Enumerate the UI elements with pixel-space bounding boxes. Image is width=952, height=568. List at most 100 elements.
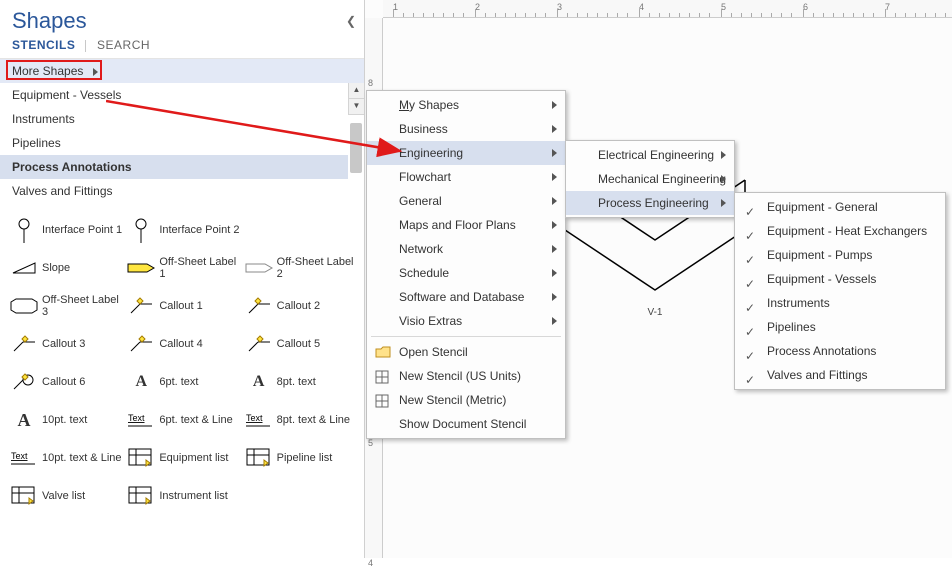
shape-icon: A	[245, 368, 273, 396]
shape-icon	[10, 482, 38, 510]
menu-item[interactable]: Show Document Stencil	[367, 412, 565, 436]
menu-item[interactable]: Network	[367, 237, 565, 261]
menu-item-label: My Shapes	[399, 98, 459, 112]
menu-item[interactable]: ✓Equipment - Heat Exchangers	[735, 219, 945, 243]
menu-item[interactable]: Process Engineering	[566, 191, 734, 215]
menu-item-label: Equipment - Heat Exchangers	[767, 224, 927, 238]
chevron-right-icon	[552, 197, 557, 205]
gallery-shape[interactable]: Pipeline list	[243, 439, 360, 477]
stencil-item[interactable]: Valves and Fittings	[0, 179, 348, 203]
tab-search[interactable]: SEARCH	[97, 38, 150, 52]
stencil-item[interactable]: Equipment - Vessels	[0, 83, 348, 107]
gallery-shape[interactable]: Instrument list	[125, 477, 242, 515]
gallery-shape[interactable]: Callout 5	[243, 325, 360, 363]
shape-icon	[10, 216, 38, 244]
canvas-shape-label: V-1	[555, 307, 755, 318]
chevron-right-icon	[552, 149, 557, 157]
menu-item[interactable]: ✓Equipment - General	[735, 195, 945, 219]
menu-item-label: Schedule	[399, 266, 449, 280]
svg-text:Text: Text	[246, 413, 263, 423]
menu-item[interactable]: ✓Pipelines	[735, 315, 945, 339]
shape-label: 8pt. text	[277, 376, 316, 388]
shape-icon	[10, 330, 38, 358]
shapes-gallery: Interface Point 1Interface Point 2 Slope O…	[0, 203, 364, 515]
stencil-item[interactable]: Process Annotations	[0, 155, 348, 179]
gallery-shape[interactable]: Off-Sheet Label 3	[8, 287, 125, 325]
chevron-right-icon	[721, 151, 726, 159]
menu-item[interactable]: Visio Extras	[367, 309, 565, 333]
shapes-pane-title: Shapes ❮	[0, 0, 364, 38]
grid-icon	[375, 392, 391, 408]
more-shapes-row[interactable]: More Shapes	[0, 59, 364, 83]
menu-item[interactable]: New Stencil (US Units)	[367, 364, 565, 388]
menu-item[interactable]: ✓Equipment - Vessels	[735, 267, 945, 291]
menu-item-label: Equipment - Vessels	[767, 272, 876, 286]
gallery-shape[interactable]: Off-Sheet Label 1	[125, 249, 242, 287]
menu-item[interactable]: New Stencil (Metric)	[367, 388, 565, 412]
gallery-shape[interactable]: Valve list	[8, 477, 125, 515]
gallery-shape[interactable]: Text6pt. text & Line	[125, 401, 242, 439]
gallery-shape[interactable]: A 8pt. text	[243, 363, 360, 401]
menu-item[interactable]: Flowchart	[367, 165, 565, 189]
chevron-right-icon	[552, 293, 557, 301]
gallery-shape[interactable]: Callout 2	[243, 287, 360, 325]
chevron-right-icon	[93, 68, 98, 76]
stencil-item[interactable]: Pipelines	[0, 131, 348, 155]
stencil-item[interactable]: Instruments	[0, 107, 348, 131]
shape-icon	[245, 330, 273, 358]
menu-item-label: Process Annotations	[767, 344, 876, 358]
gallery-shape	[243, 211, 360, 249]
ruler-number: 8	[368, 78, 373, 88]
gallery-shape[interactable]: Interface Point 1	[8, 211, 125, 249]
shape-label: Equipment list	[159, 452, 228, 464]
gallery-shape[interactable]: Off-Sheet Label 2	[243, 249, 360, 287]
menu-item-label: Electrical Engineering	[598, 148, 714, 162]
gallery-shape[interactable]: Callout 6	[8, 363, 125, 401]
menu-item[interactable]: ✓Equipment - Pumps	[735, 243, 945, 267]
menu-item-label: Software and Database	[399, 290, 524, 304]
shape-label: Instrument list	[159, 490, 227, 502]
shape-icon	[127, 292, 155, 320]
gallery-shape[interactable]: Slope	[8, 249, 125, 287]
menu-item[interactable]: Engineering	[367, 141, 565, 165]
menu-item[interactable]: Software and Database	[367, 285, 565, 309]
gallery-shape[interactable]: Callout 3	[8, 325, 125, 363]
menu-item[interactable]: Open Stencil	[367, 340, 565, 364]
scroll-up-button[interactable]: ▲	[348, 83, 364, 99]
gallery-shape[interactable]: Text10pt. text & Line	[8, 439, 125, 477]
menu-item[interactable]: Electrical Engineering	[566, 143, 734, 167]
menu-item-label: Maps and Floor Plans	[399, 218, 516, 232]
menu-item[interactable]: Maps and Floor Plans	[367, 213, 565, 237]
gallery-shape[interactable]: A6pt. text	[125, 363, 242, 401]
menu-item[interactable]: General	[367, 189, 565, 213]
menu-item[interactable]: ✓Instruments	[735, 291, 945, 315]
menu-item[interactable]: Business	[367, 117, 565, 141]
gallery-shape[interactable]: A10pt. text	[8, 401, 125, 439]
menu-item[interactable]: My Shapes	[367, 93, 565, 117]
gallery-shape[interactable]: Callout 4	[125, 325, 242, 363]
menu-item-label: Visio Extras	[399, 314, 462, 328]
menu-item[interactable]: ✓Process Annotations	[735, 339, 945, 363]
shape-label: Off-Sheet Label 3	[42, 294, 123, 318]
shape-icon	[127, 482, 155, 510]
shape-label: Slope	[42, 262, 70, 274]
gallery-shape[interactable]: Interface Point 2	[125, 211, 242, 249]
chevron-right-icon	[552, 173, 557, 181]
tab-stencils[interactable]: STENCILS	[12, 38, 75, 52]
submenu-process-engineering: ✓Equipment - General✓Equipment - Heat Ex…	[734, 192, 946, 390]
menu-separator	[371, 336, 561, 337]
gallery-shape[interactable]: Equipment list	[125, 439, 242, 477]
shape-icon	[10, 292, 38, 320]
menu-item[interactable]: ✓Valves and Fittings	[735, 363, 945, 387]
gallery-shape[interactable]: Callout 1	[125, 287, 242, 325]
shape-icon: Text	[127, 406, 155, 434]
menu-item[interactable]: Schedule	[367, 261, 565, 285]
menu-item[interactable]: Mechanical Engineering	[566, 167, 734, 191]
scroll-down-button[interactable]: ▼	[348, 99, 364, 115]
ruler-horizontal: 1234567	[383, 0, 952, 18]
scroll-thumb[interactable]	[350, 123, 362, 173]
shape-label: Interface Point 1	[42, 224, 122, 236]
gallery-shape[interactable]: Text8pt. text & Line	[243, 401, 360, 439]
collapse-pane-button[interactable]: ❮	[346, 14, 356, 28]
svg-text:Text: Text	[128, 413, 145, 423]
